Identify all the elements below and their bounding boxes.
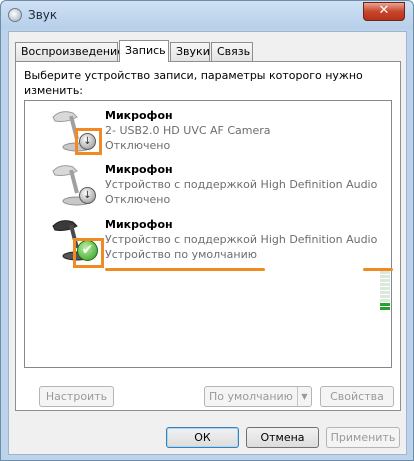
- level-segment: [380, 303, 390, 306]
- device-name: Микрофон: [105, 109, 173, 122]
- dialog-client: Воспроизведение Запись Звуки Связь Выбер…: [8, 31, 407, 455]
- level-segment: [380, 279, 390, 282]
- level-segment: [380, 287, 390, 290]
- highlight-underline: [105, 268, 265, 271]
- device-list[interactable]: ↓ Микрофон 2- USB2.0 HD UVC AF Camera От…: [24, 100, 393, 368]
- tab-sounds[interactable]: Звуки: [170, 42, 210, 61]
- set-default-button[interactable]: По умолчанию ▼: [204, 386, 312, 407]
- speaker-icon: [8, 8, 22, 22]
- list-item-device[interactable]: ↓ Микрофон Устройство с поддержкой High …: [25, 157, 391, 211]
- level-segment: [380, 291, 390, 294]
- device-name: Микрофон: [105, 163, 173, 176]
- device-state: Отключено: [105, 139, 171, 152]
- level-segment: [380, 295, 390, 298]
- highlight-box: [73, 238, 104, 268]
- set-default-label: По умолчанию: [209, 390, 293, 403]
- window-title: Звук: [28, 8, 58, 22]
- device-description: Устройство с поддержкой High Definition …: [105, 233, 378, 246]
- highlight-box: [75, 128, 102, 155]
- level-segment: [380, 271, 390, 274]
- chevron-down-icon[interactable]: ▼: [297, 387, 311, 406]
- ok-button[interactable]: ОК: [166, 427, 239, 448]
- instructions-text: Выберите устройство записи, параметры ко…: [24, 69, 363, 97]
- device-name: Микрофон: [105, 218, 173, 231]
- sound-dialog: Звук ✕ Воспроизведение Запись Звуки Связ…: [0, 0, 414, 461]
- tab-communications[interactable]: Связь: [211, 42, 253, 61]
- level-segment: [380, 307, 390, 310]
- level-segment: [380, 299, 390, 302]
- level-meter: [380, 271, 390, 317]
- level-segment: [380, 275, 390, 278]
- device-state: Устройство по умолчанию: [105, 248, 258, 261]
- recording-panel: Выберите устройство записи, параметры ко…: [15, 61, 401, 411]
- device-state: Отключено: [105, 193, 171, 206]
- apply-button[interactable]: Применить: [326, 427, 400, 448]
- properties-button[interactable]: Свойства: [320, 386, 394, 407]
- tab-playback[interactable]: Воспроизведение: [15, 42, 124, 61]
- level-segment: [380, 283, 390, 286]
- tab-recording[interactable]: Запись: [119, 40, 169, 62]
- title-bar[interactable]: Звук ✕: [1, 1, 413, 29]
- close-button[interactable]: ✕: [363, 2, 405, 21]
- device-description: Устройство с поддержкой High Definition …: [105, 178, 378, 191]
- disabled-badge-icon: ↓: [79, 187, 96, 204]
- cancel-button[interactable]: Отмена: [246, 427, 319, 448]
- device-description: 2- USB2.0 HD UVC AF Camera: [105, 124, 271, 137]
- configure-button[interactable]: Настроить: [39, 386, 114, 407]
